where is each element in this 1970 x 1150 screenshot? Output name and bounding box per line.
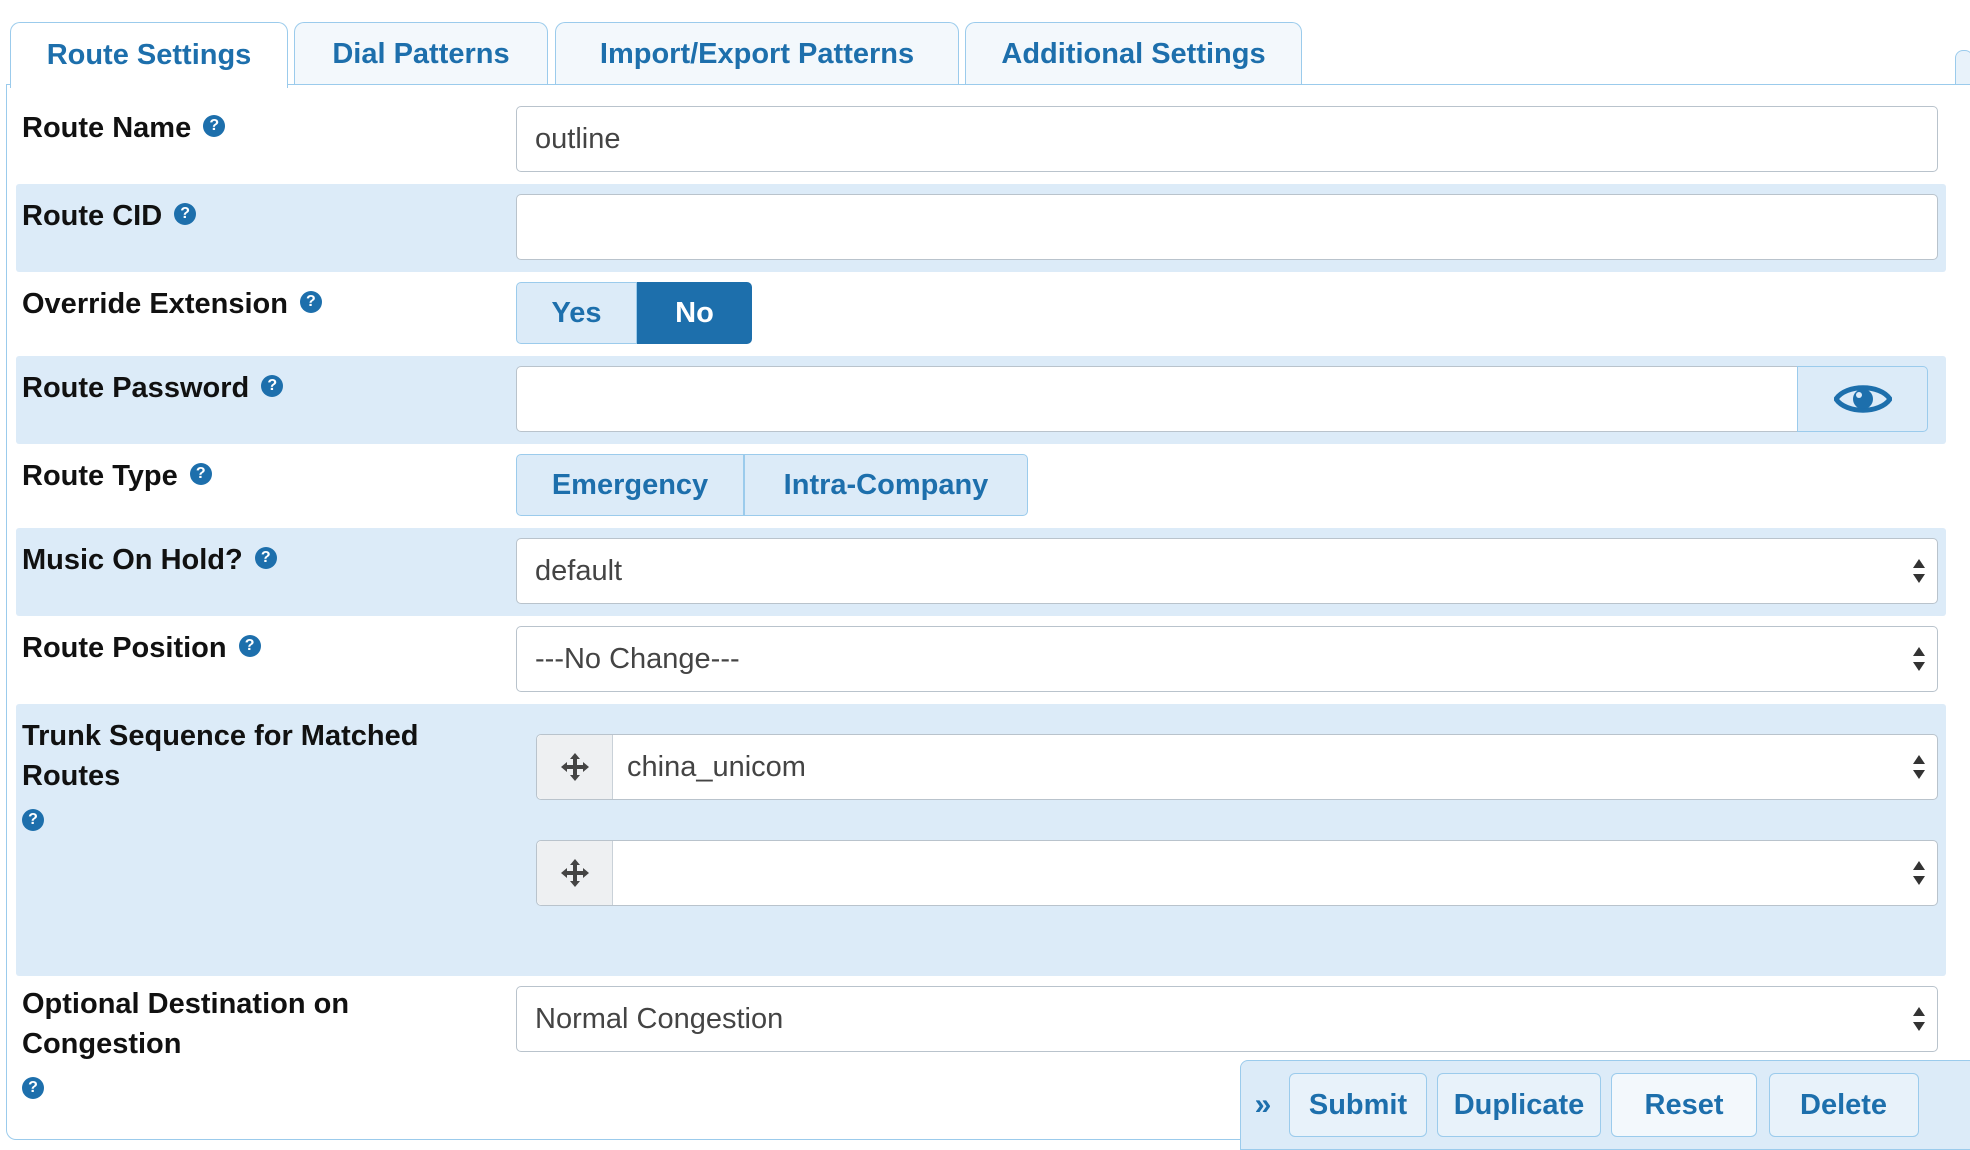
- row-route-cid: Route CID?: [16, 184, 1946, 272]
- submit-button[interactable]: Submit: [1289, 1073, 1427, 1137]
- duplicate-button[interactable]: Duplicate: [1437, 1073, 1601, 1137]
- row-override-extension: Override Extension? Yes No: [16, 272, 1946, 356]
- help-icon[interactable]: ?: [22, 809, 44, 832]
- music-on-hold-label: Music On Hold??: [22, 540, 277, 580]
- route-name-label: Route Name?: [22, 108, 226, 148]
- trunk-sequence-label: Trunk Sequence for Matched Routes ?: [22, 716, 418, 842]
- override-yes-button[interactable]: Yes: [516, 282, 637, 344]
- help-icon[interactable]: ?: [174, 203, 197, 226]
- route-type-emergency-button[interactable]: Emergency: [516, 454, 744, 516]
- tab-import-export-patterns[interactable]: Import/Export Patterns: [555, 22, 959, 86]
- select-arrows-icon: [1913, 1007, 1925, 1031]
- override-no-button[interactable]: No: [637, 282, 752, 344]
- optional-destination-select[interactable]: Normal Congestion: [516, 986, 1938, 1052]
- trunk-select[interactable]: china_unicom: [536, 734, 1938, 800]
- move-icon: [560, 753, 589, 781]
- route-position-select[interactable]: ---No Change---: [516, 626, 1938, 692]
- help-icon[interactable]: ?: [299, 291, 322, 314]
- help-icon[interactable]: ?: [261, 375, 284, 398]
- help-icon[interactable]: ?: [189, 463, 212, 486]
- row-route-position: Route Position? ---No Change---: [16, 616, 1946, 704]
- delete-button[interactable]: Delete: [1769, 1073, 1919, 1137]
- action-bar: » Submit Duplicate Reset Delete: [1240, 1060, 1970, 1150]
- expand-action-bar-icon[interactable]: »: [1249, 1081, 1277, 1129]
- select-arrows-icon: [1913, 755, 1925, 779]
- eye-icon: [1833, 385, 1892, 413]
- help-icon[interactable]: ?: [238, 635, 261, 658]
- row-route-type: Route Type? Emergency Intra-Company: [16, 444, 1946, 528]
- trunk-select[interactable]: [536, 840, 1938, 906]
- row-trunk-sequence: Trunk Sequence for Matched Routes ? chin…: [16, 704, 1946, 976]
- tab-dial-patterns[interactable]: Dial Patterns: [294, 22, 548, 86]
- route-type-intra-company-button[interactable]: Intra-Company: [744, 454, 1028, 516]
- help-icon[interactable]: ?: [254, 547, 277, 570]
- route-name-input[interactable]: outline: [516, 106, 1938, 172]
- drag-handle[interactable]: [537, 735, 613, 799]
- select-arrows-icon: [1913, 861, 1925, 885]
- music-on-hold-select[interactable]: default: [516, 538, 1938, 604]
- route-type-toggle: Emergency Intra-Company: [516, 454, 1028, 516]
- route-type-label: Route Type?: [22, 456, 212, 496]
- route-position-label: Route Position?: [22, 628, 261, 668]
- tab-route-settings[interactable]: Route Settings: [10, 22, 288, 88]
- route-password-input[interactable]: [516, 366, 1798, 432]
- reset-button[interactable]: Reset: [1611, 1073, 1757, 1137]
- override-extension-toggle: Yes No: [516, 282, 752, 344]
- tab-additional-settings[interactable]: Additional Settings: [965, 22, 1302, 86]
- help-icon[interactable]: ?: [22, 1077, 44, 1100]
- select-arrows-icon: [1913, 559, 1925, 583]
- route-password-label: Route Password?: [22, 368, 284, 408]
- route-cid-input[interactable]: [516, 194, 1938, 260]
- optional-destination-label: Optional Destination on Congestion ?: [22, 984, 349, 1110]
- select-arrows-icon: [1913, 647, 1925, 671]
- help-icon[interactable]: ?: [203, 115, 226, 138]
- show-password-button[interactable]: [1797, 366, 1928, 432]
- row-route-password: Route Password?: [16, 356, 1946, 444]
- row-route-name: Route Name? outline: [16, 96, 1946, 184]
- row-music-on-hold: Music On Hold?? default: [16, 528, 1946, 616]
- route-cid-label: Route CID?: [22, 196, 197, 236]
- move-icon: [560, 859, 589, 887]
- override-extension-label: Override Extension?: [22, 284, 322, 324]
- drag-handle[interactable]: [537, 841, 613, 905]
